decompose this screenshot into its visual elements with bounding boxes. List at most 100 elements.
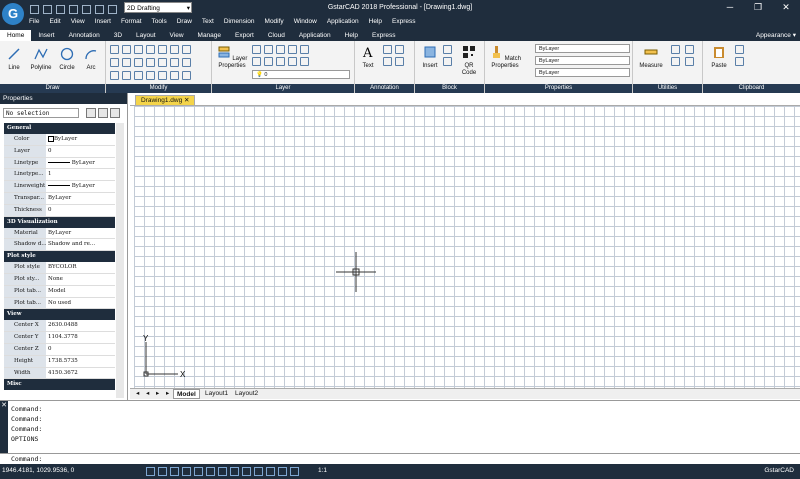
calculator-icon[interactable]: [671, 45, 680, 54]
circle-button[interactable]: Circle: [56, 47, 78, 72]
appearance-menu[interactable]: Appearance ▾: [756, 30, 796, 41]
extend-icon[interactable]: [182, 58, 191, 67]
explode-icon[interactable]: [170, 58, 179, 67]
scale-icon[interactable]: [170, 45, 179, 54]
layout-nav-first-icon[interactable]: ◂: [133, 389, 142, 399]
menu-format[interactable]: Format: [116, 16, 147, 28]
insert-button[interactable]: Insert: [419, 45, 441, 70]
tab-express[interactable]: Express: [365, 30, 402, 41]
layer-delete-icon[interactable]: [300, 57, 309, 66]
menu-draw[interactable]: Draw: [172, 16, 197, 28]
grid-icon[interactable]: [146, 467, 155, 476]
prop-row[interactable]: Shadow d... Shadow and re...: [4, 239, 115, 252]
tab-layout1[interactable]: Layout1: [202, 389, 231, 399]
minimize-button[interactable]: ─: [716, 0, 744, 14]
prop-row[interactable]: Color ByLayer: [4, 134, 115, 146]
menu-tools[interactable]: Tools: [147, 16, 172, 28]
selection-cycling-icon[interactable]: [254, 467, 263, 476]
cut-icon[interactable]: [735, 45, 744, 54]
prop-row[interactable]: Plot style BYCOLOR: [4, 262, 115, 274]
polyline-button[interactable]: Polyline: [26, 47, 56, 72]
tab-annotation[interactable]: Annotation: [62, 30, 107, 41]
prop-row[interactable]: Width 4150.3672: [4, 367, 115, 380]
tab-layout[interactable]: Layout: [129, 30, 163, 41]
quick-properties-icon[interactable]: [242, 467, 251, 476]
copy-icon[interactable]: [122, 45, 131, 54]
prop-row[interactable]: Center Y 1104.3778: [4, 332, 115, 344]
layer-select[interactable]: 💡 0: [252, 70, 350, 79]
erase-icon[interactable]: [158, 58, 167, 67]
snap-icon[interactable]: [158, 467, 167, 476]
hatch-edit-icon[interactable]: [170, 71, 179, 80]
prop-row[interactable]: Plot sty... None: [4, 273, 115, 286]
arc-button[interactable]: Arc: [80, 47, 102, 72]
annotation-scale-icon[interactable]: [266, 467, 275, 476]
prop-row[interactable]: Lineweight ByLayer: [4, 181, 115, 193]
text-button[interactable]: A Text: [359, 45, 377, 70]
layer-freeze-icon[interactable]: [288, 45, 297, 54]
fillet-icon[interactable]: [110, 58, 119, 67]
menu-express[interactable]: Express: [387, 16, 420, 28]
prop-row[interactable]: Transpar... ByLayer: [4, 192, 115, 205]
prop-row[interactable]: Linetype ByLayer: [4, 157, 115, 170]
tab-layout2[interactable]: Layout2: [232, 389, 261, 399]
prop-row[interactable]: Thickness 0: [4, 204, 115, 217]
linetype-select[interactable]: ByLayer: [535, 68, 630, 77]
tab-3d[interactable]: 3D: [107, 30, 129, 41]
properties-scrollbar[interactable]: [116, 123, 124, 398]
array-icon[interactable]: [146, 58, 155, 67]
toggle-pickadd-icon[interactable]: [86, 108, 96, 118]
tab-insert[interactable]: Insert: [31, 30, 61, 41]
menu-file[interactable]: File: [24, 16, 44, 28]
menu-dimension[interactable]: Dimension: [219, 16, 260, 28]
prop-row[interactable]: Height 1738.5735: [4, 355, 115, 368]
menu-insert[interactable]: Insert: [90, 16, 116, 28]
category-plot-style[interactable]: Plot style: [4, 251, 115, 263]
id-point-icon[interactable]: [671, 57, 680, 66]
measure-button[interactable]: Measure: [637, 45, 665, 70]
mtext-icon[interactable]: [395, 57, 404, 66]
layout-nav-last-icon[interactable]: ▸: [163, 389, 172, 399]
create-block-icon[interactable]: [443, 45, 452, 54]
match-properties-button[interactable]: Match Properties: [488, 45, 522, 70]
workspace-icon[interactable]: [290, 467, 299, 476]
table-icon[interactable]: [383, 57, 392, 66]
menu-view[interactable]: View: [66, 16, 90, 28]
quick-select-icon[interactable]: [685, 57, 694, 66]
menu-text[interactable]: Text: [197, 16, 219, 28]
edit-block-icon[interactable]: [443, 57, 452, 66]
command-input[interactable]: Command:: [0, 453, 800, 464]
menu-edit[interactable]: Edit: [44, 16, 65, 28]
offset-icon[interactable]: [134, 58, 143, 67]
chamfer-icon[interactable]: [122, 58, 131, 67]
qr-code-button[interactable]: QR Code: [457, 45, 481, 77]
close-button[interactable]: ✕: [772, 0, 800, 14]
dimension-icon[interactable]: [383, 45, 392, 54]
layer-merge-icon[interactable]: [288, 57, 297, 66]
pedit-icon[interactable]: [158, 71, 167, 80]
layer-previous-icon[interactable]: [264, 57, 273, 66]
trim-icon[interactable]: [182, 45, 191, 54]
layer-isolate-icon[interactable]: [264, 45, 273, 54]
ortho-icon[interactable]: [170, 467, 179, 476]
prop-row[interactable]: Center Z0: [4, 343, 115, 356]
selection-select[interactable]: No selection: [3, 108, 79, 118]
leader-icon[interactable]: [395, 45, 404, 54]
polar-icon[interactable]: [182, 467, 191, 476]
osnap-icon[interactable]: [194, 467, 203, 476]
align-icon[interactable]: [146, 71, 155, 80]
menu-application[interactable]: Application: [322, 16, 364, 28]
layer-match-icon[interactable]: [252, 57, 261, 66]
annotation-scale[interactable]: 1:1: [318, 467, 327, 474]
restore-button[interactable]: ❐: [744, 0, 772, 14]
layout-nav-next-icon[interactable]: ▸: [153, 389, 162, 399]
tab-help[interactable]: Help: [338, 30, 365, 41]
drawing-canvas[interactable]: Y X: [134, 106, 800, 388]
category-general[interactable]: General: [4, 123, 115, 134]
otrack-icon[interactable]: [206, 467, 215, 476]
match-icon[interactable]: [182, 71, 191, 80]
mirror-icon[interactable]: [158, 45, 167, 54]
line-button[interactable]: Line: [4, 47, 24, 72]
tab-export[interactable]: Export: [228, 30, 261, 41]
move-icon[interactable]: [110, 45, 119, 54]
